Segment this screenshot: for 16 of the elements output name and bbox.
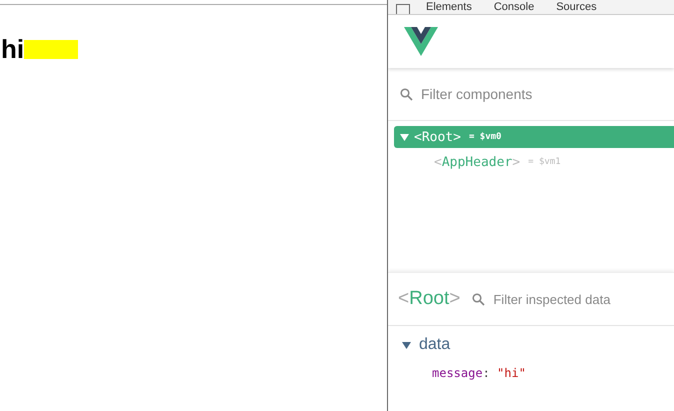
search-icon	[400, 88, 413, 100]
triangle-down-icon[interactable]	[400, 132, 409, 142]
highlight-mark	[24, 40, 78, 59]
search-icon	[472, 292, 486, 306]
data-section-header[interactable]: data	[402, 336, 674, 354]
devtools-tab[interactable]: Elements	[420, 1, 478, 14]
page-heading: hi	[0, 34, 24, 65]
triangle-down-icon[interactable]	[402, 340, 411, 350]
inspected-component-name: <Root>	[398, 288, 460, 310]
vue-logo-icon	[404, 27, 438, 56]
devtools-tab[interactable]: Console	[488, 1, 540, 14]
device-toolbar-icon[interactable]	[396, 4, 410, 14]
devtools-tab[interactable]: Sources	[550, 1, 603, 14]
data-property: message: "hi"	[432, 366, 527, 380]
filter-inspected-data-field[interactable]: Filter inspected data	[493, 292, 654, 306]
filter-components-field[interactable]: Filter components	[421, 86, 651, 102]
